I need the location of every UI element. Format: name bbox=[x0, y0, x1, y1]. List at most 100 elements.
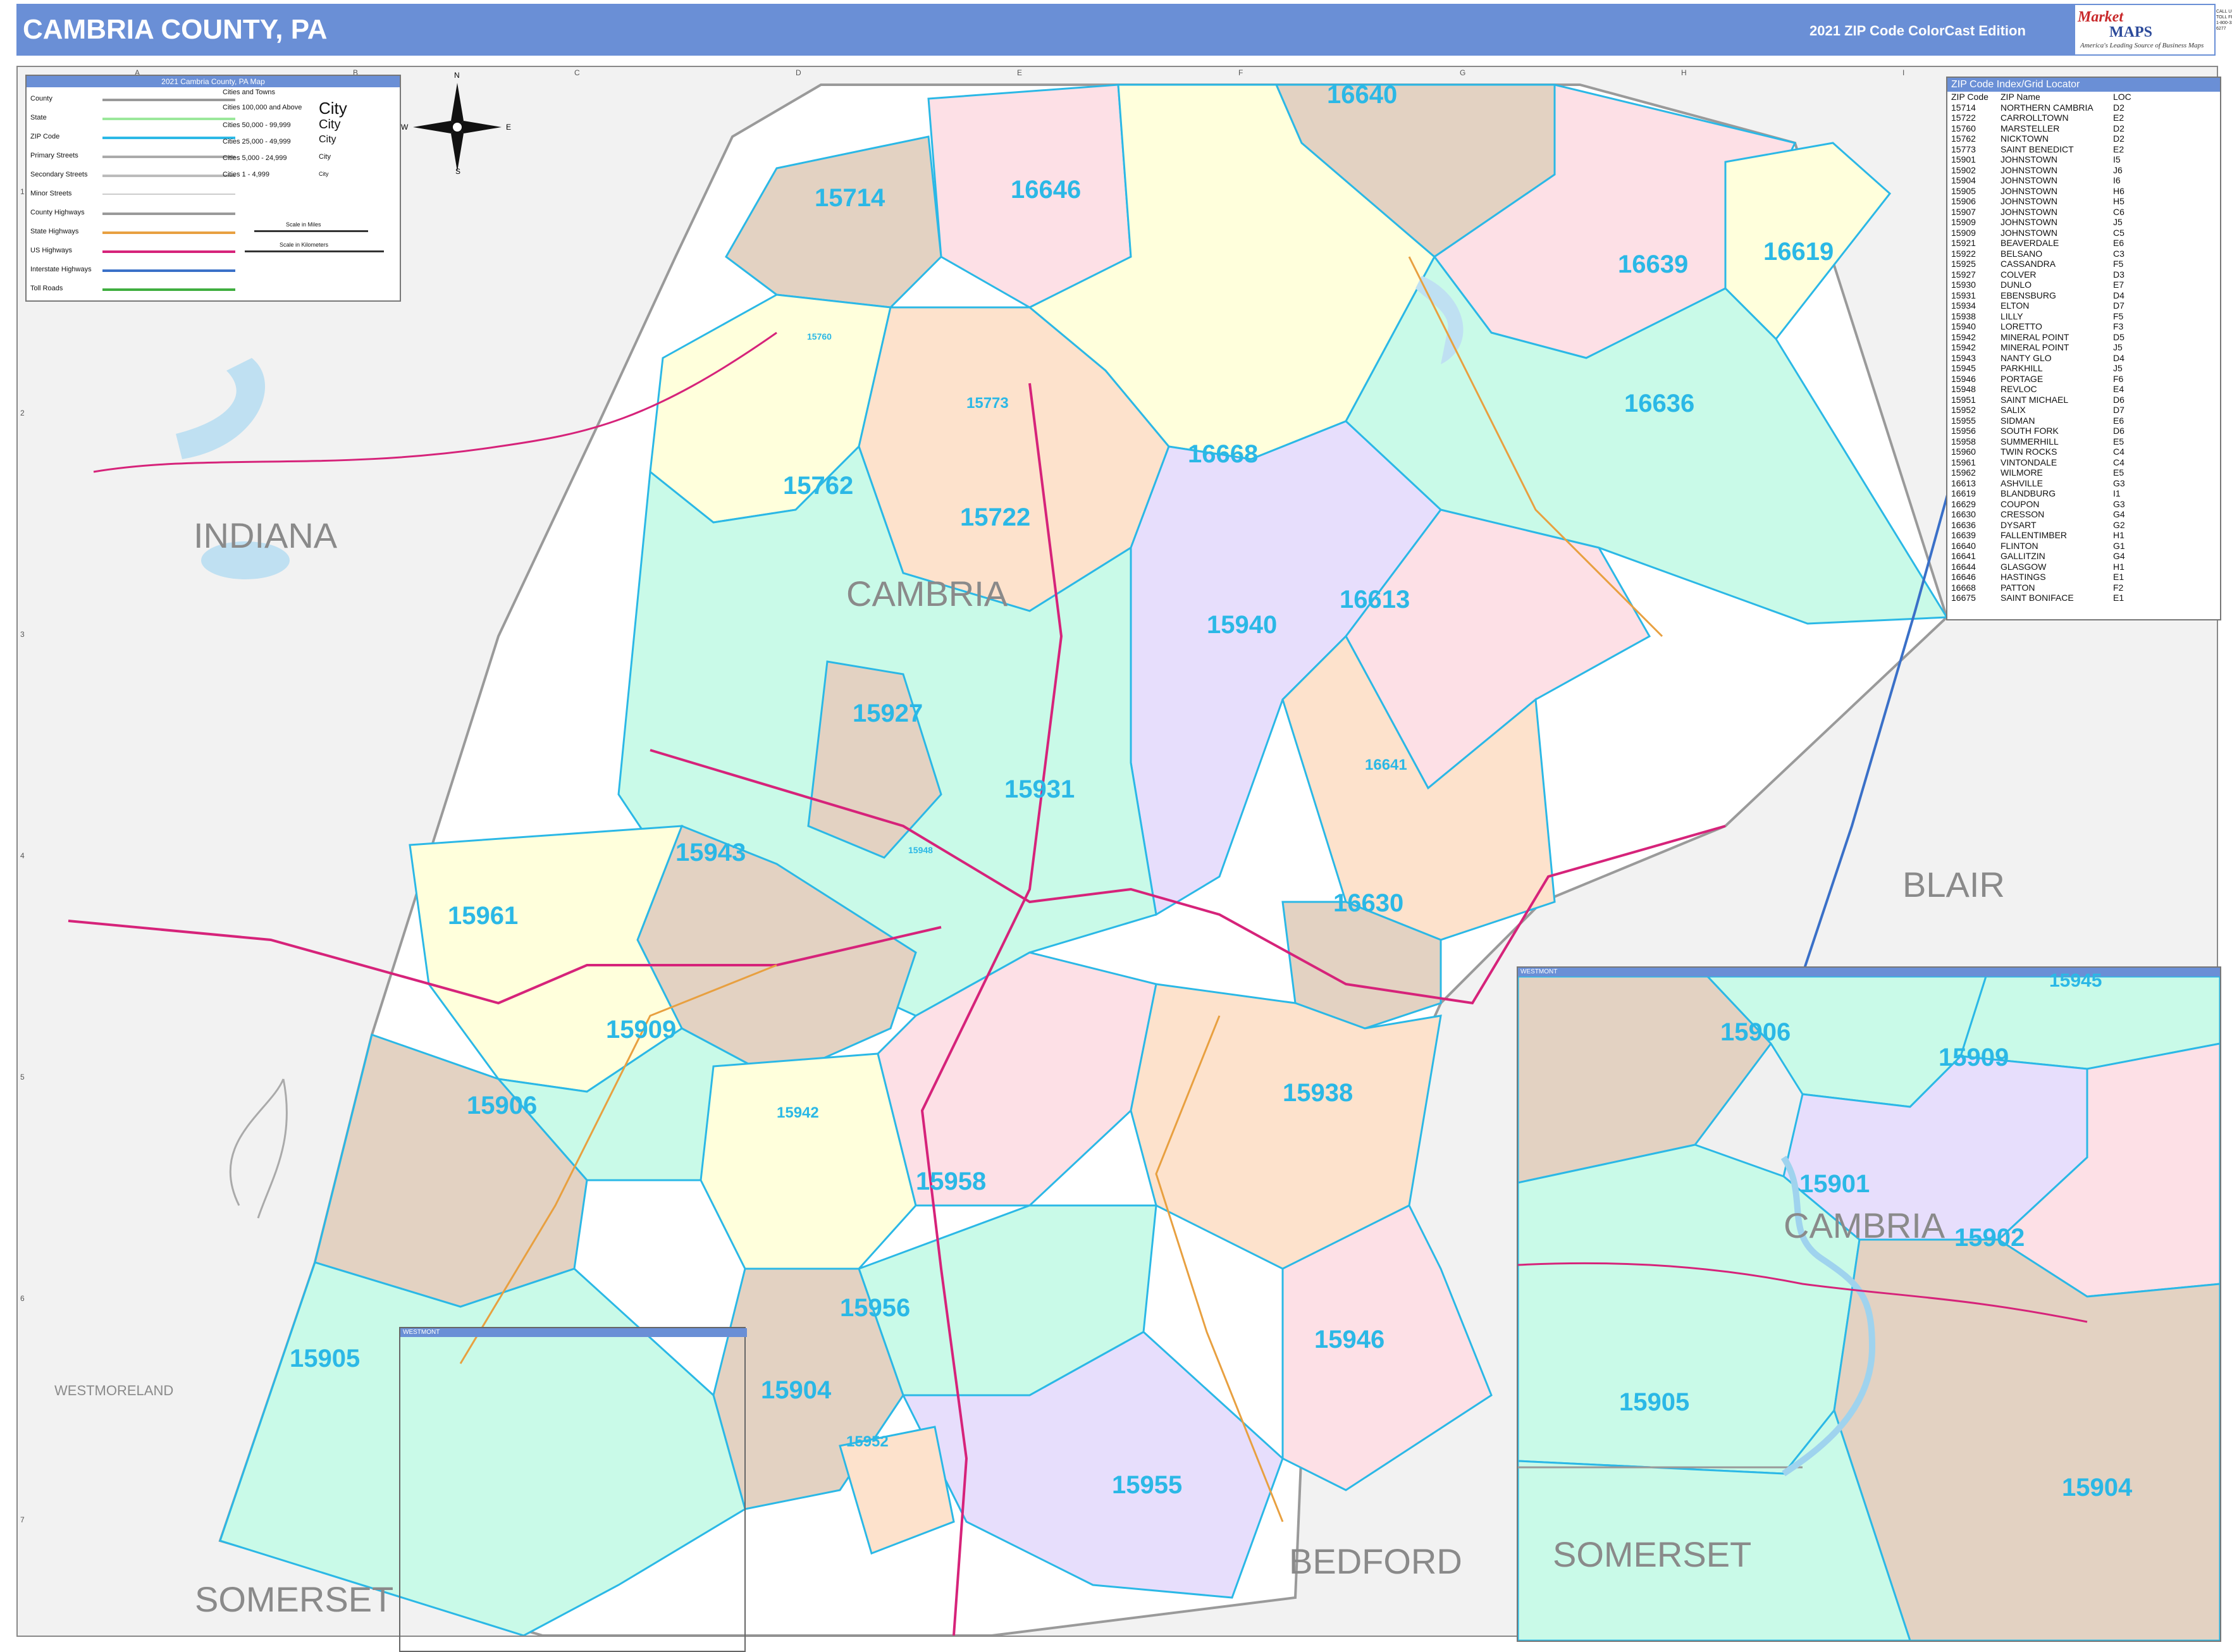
legend-interstate: Interstate Highways bbox=[30, 266, 92, 273]
zip-index-loc: E6 bbox=[2113, 415, 2124, 426]
zip-index-name: CRESSON bbox=[2001, 509, 2045, 519]
grid-letter-g: G bbox=[1460, 68, 1466, 77]
zip-index-name: SALIX bbox=[2001, 405, 2026, 415]
zip-index-name: ASHVILLE bbox=[2001, 478, 2043, 488]
legend-state-highways: State Highways bbox=[30, 228, 79, 235]
zip-index-zip: 16639 bbox=[1951, 530, 1976, 540]
zip-label-15948: 15948 bbox=[908, 845, 933, 855]
legend-city-sample-2: City bbox=[319, 118, 341, 132]
zip-index-name: DUNLO bbox=[2001, 280, 2032, 290]
zip-index-loc: D5 bbox=[2113, 331, 2124, 342]
zip-index-name: JOHNSTOWN bbox=[2001, 175, 2057, 185]
logo-tagline: America's Leading Source of Business Map… bbox=[2080, 42, 2204, 49]
zip-label-15760: 15760 bbox=[807, 331, 832, 342]
zip-index-row: 15722 CARROLLTOWN E2 bbox=[1947, 113, 2220, 123]
zip-index-row: 15962 WILMORE E5 bbox=[1947, 467, 2220, 478]
zip-label-15938: 15938 bbox=[1283, 1079, 1353, 1107]
zip-index-row: 15927 COLVER D3 bbox=[1947, 269, 2220, 280]
zip-index-name: GALLITZIN bbox=[2001, 551, 2045, 561]
zip-index-row: 16640 FLINTON G1 bbox=[1947, 541, 2220, 552]
zip-index-zip: 15931 bbox=[1951, 290, 1976, 300]
grid-letter-f: F bbox=[1238, 68, 1243, 77]
zip-index-zip: 15909 bbox=[1951, 217, 1976, 227]
legend-zip: ZIP Code bbox=[30, 133, 60, 140]
zip-index-name: HASTINGS bbox=[2001, 572, 2046, 582]
zip-index-zip: 15906 bbox=[1951, 196, 1976, 206]
grid-letter-d: D bbox=[796, 68, 801, 77]
zip-index-row: 16675 SAINT BONIFACE E1 bbox=[1947, 593, 2220, 603]
county-label-westmoreland: WESTMORELAND bbox=[54, 1383, 174, 1398]
legend-city-size-4: Cities 5,000 - 24,999 bbox=[223, 154, 287, 162]
legend-city-sample-3: City bbox=[319, 134, 336, 145]
zip-index-loc: C6 bbox=[2113, 206, 2124, 217]
zip-index-name: CASSANDRA bbox=[2001, 259, 2056, 269]
zip-index-zip: 16619 bbox=[1951, 488, 1976, 498]
zip-index-name: COUPON bbox=[2001, 498, 2040, 509]
county-label-indiana: INDIANA bbox=[194, 515, 338, 555]
zip-index-row: 15943 NANTY GLO D4 bbox=[1947, 353, 2220, 364]
zip-index-name: ELTON bbox=[2001, 300, 2030, 311]
zip-index-name: FLINTON bbox=[2001, 540, 2038, 551]
zip-index-loc: D2 bbox=[2113, 133, 2124, 144]
zip-label-15952: 15952 bbox=[846, 1433, 889, 1450]
zip-index-loc: D4 bbox=[2113, 290, 2124, 300]
edition-label: 2021 ZIP Code ColorCast Edition bbox=[1810, 23, 2026, 39]
grid-num-2: 2 bbox=[20, 409, 25, 417]
zip-index-zip: 15907 bbox=[1951, 206, 1976, 217]
zip-index-loc: J5 bbox=[2113, 363, 2123, 373]
zip-index-name: VINTONDALE bbox=[2001, 457, 2057, 467]
zip-index-loc: E5 bbox=[2113, 467, 2124, 478]
legend-cities-title: Cities and Towns bbox=[223, 89, 275, 96]
zip-index-zip: 15714 bbox=[1951, 102, 1976, 113]
zip-index-row: 16641 GALLITZIN G4 bbox=[1947, 551, 2220, 562]
legend-scale-km-bar bbox=[245, 250, 384, 252]
legend-city-size-5: Cities 1 - 4,999 bbox=[223, 171, 269, 178]
legend-city-sample-1: City bbox=[319, 99, 347, 118]
zip-index-loc: D2 bbox=[2113, 123, 2124, 133]
zip-index-loc: H5 bbox=[2113, 196, 2124, 206]
zip-label-15956: 15956 bbox=[840, 1294, 911, 1322]
zip-index-zip: 16644 bbox=[1951, 561, 1976, 572]
zip-index-zip: 16629 bbox=[1951, 498, 1976, 509]
zip-index-loc: H1 bbox=[2113, 561, 2124, 572]
grid-letter-c: C bbox=[574, 68, 580, 77]
zip-index-name: SIDMAN bbox=[2001, 415, 2035, 426]
zip-index-loc: I6 bbox=[2113, 175, 2121, 185]
zip-label-15946: 15946 bbox=[1314, 1326, 1385, 1353]
zip-label-16668: 16668 bbox=[1188, 440, 1259, 468]
zip-index-zip: 15946 bbox=[1951, 373, 1976, 384]
zip-index-row: 15909 JOHNSTOWN C5 bbox=[1947, 228, 2220, 238]
zip-index-row: 15901 JOHNSTOWN I5 bbox=[1947, 154, 2220, 165]
zip-index-row: 15945 PARKHILL J5 bbox=[1947, 363, 2220, 374]
compass-rose-icon bbox=[413, 83, 502, 171]
zip-index-name: JOHNSTOWN bbox=[2001, 185, 2057, 196]
grid-letter-h: H bbox=[1681, 68, 1687, 77]
zip-index-name: JOHNSTOWN bbox=[2001, 206, 2057, 217]
zip-index-row: 16636 DYSART G2 bbox=[1947, 520, 2220, 531]
inset-zip-label-15945: 15945 bbox=[2049, 970, 2102, 991]
legend-secondary-line bbox=[102, 175, 235, 177]
zip-index-zip: 15948 bbox=[1951, 384, 1976, 394]
market-maps-logo: Market MAPS America's Leading Source of … bbox=[2075, 5, 2214, 54]
westmont-inset-map[interactable]: WESTMONT 15945 15906 15909 15901 15902 1… bbox=[1517, 966, 2221, 1642]
legend-scale-miles-bar bbox=[254, 230, 368, 232]
zip-index-zip: 16641 bbox=[1951, 551, 1976, 561]
zip-index-zip: 15955 bbox=[1951, 415, 1976, 426]
zip-index-name: BLANDBURG bbox=[2001, 488, 2056, 498]
zip-index-row: 16629 COUPON G3 bbox=[1947, 499, 2220, 510]
zip-index-row: 15938 LILLY F5 bbox=[1947, 311, 2220, 322]
zip-index-row: 15930 DUNLO E7 bbox=[1947, 280, 2220, 290]
zip-index-loc: D4 bbox=[2113, 352, 2124, 363]
zip-index-name: JOHNSTOWN bbox=[2001, 217, 2057, 227]
zip-index-zip: 15904 bbox=[1951, 175, 1976, 185]
zip-index-loc: J6 bbox=[2113, 164, 2123, 175]
zip-index-name: JOHNSTOWN bbox=[2001, 227, 2057, 238]
zip-index-loc: G4 bbox=[2113, 551, 2125, 561]
zip-label-15931: 15931 bbox=[1004, 775, 1075, 803]
zip-index-name: FALLENTIMBER bbox=[2001, 530, 2068, 540]
logo-contact: CALL US TOLL FREE 1-800-334-6277 bbox=[2216, 9, 2232, 31]
zip-index-loc: H6 bbox=[2113, 185, 2124, 196]
zip-index-zip: 15909 bbox=[1951, 227, 1976, 238]
zip-index-loc: E7 bbox=[2113, 280, 2124, 290]
zip-index-name: SOUTH FORK bbox=[2001, 426, 2059, 436]
